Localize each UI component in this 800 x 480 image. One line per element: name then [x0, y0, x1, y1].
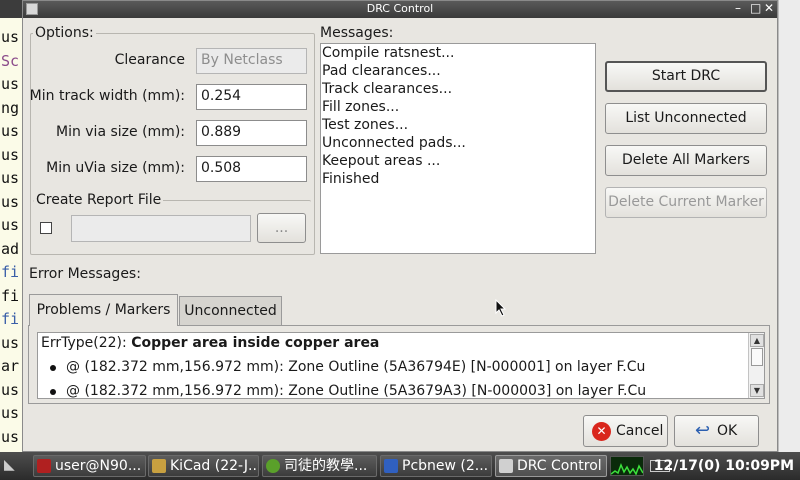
background-text-line: Sc — [1, 51, 20, 70]
background-window-right — [778, 0, 800, 452]
background-text-line: fi — [1, 263, 20, 281]
error-list[interactable]: ErrType(22): Copper area inside copper a… — [37, 332, 765, 399]
message-line: Keepout areas ... — [322, 153, 441, 169]
error-item[interactable]: @ (182.372 mm,156.972 mm): Zone Outline … — [50, 383, 647, 399]
report-legend: Create Report File — [34, 192, 164, 208]
background-text-line: us — [1, 333, 20, 352]
background-text-line: us — [1, 145, 20, 164]
error-messages-label: Error Messages: — [29, 266, 141, 282]
message-line: Test zones... — [322, 117, 409, 133]
background-text-line: us — [1, 169, 20, 187]
start-menu-icon[interactable]: ◣ — [4, 457, 26, 475]
clearance-label: Clearance — [114, 52, 185, 68]
bullet-icon — [50, 365, 56, 371]
clearance-field: By Netclass — [196, 48, 307, 74]
task-label: Pcbnew (2... — [402, 458, 489, 474]
background-text-line: fi — [1, 310, 20, 328]
pcbnew-icon — [384, 459, 398, 473]
error-item[interactable]: @ (182.372 mm,156.972 mm): Zone Outline … — [50, 359, 646, 375]
background-text-line: us — [1, 427, 20, 446]
start-drc-button[interactable]: Start DRC — [605, 61, 767, 92]
message-line: Fill zones... — [322, 99, 400, 115]
terminal-icon — [37, 459, 51, 473]
cpu-monitor-graph — [610, 456, 644, 476]
list-unconnected-button[interactable]: List Unconnected — [605, 103, 767, 134]
messages-box[interactable]: Compile ratsnest... Pad clearances... Tr… — [320, 43, 596, 254]
delete-current-marker-button: Delete Current Marker — [605, 187, 767, 218]
error-item-text: @ (182.372 mm,156.972 mm): Zone Outline … — [66, 359, 646, 375]
error-type-heading[interactable]: ErrType(22): Copper area inside copper a… — [41, 335, 379, 351]
browser-icon — [266, 459, 280, 473]
tab-problems-markers[interactable]: Problems / Markers — [29, 294, 178, 326]
message-line: Pad clearances... — [322, 63, 441, 79]
task-browser[interactable]: 司徒的教學... — [262, 455, 377, 477]
background-text-line: fi — [1, 286, 20, 305]
background-text-line: us — [1, 216, 20, 234]
task-label: user@N90... — [55, 458, 142, 474]
taskbar: ◣ user@N90... KiCad (22-J... 司徒的教學... Pc… — [0, 452, 800, 480]
message-line: Compile ratsnest... — [322, 45, 455, 61]
background-text-line: us — [1, 192, 20, 211]
bullet-icon — [50, 389, 56, 395]
report-path-field — [71, 215, 251, 242]
cancel-icon: ✕ — [592, 422, 611, 441]
ok-button[interactable]: ↩ OK — [674, 415, 759, 447]
task-label: KiCad (22-J... — [170, 458, 259, 474]
min-uvia-size-label: Min uVia size (mm): — [46, 160, 185, 176]
delete-all-markers-button[interactable]: Delete All Markers — [605, 145, 767, 176]
background-text-line: us — [1, 380, 20, 399]
message-line: Finished — [322, 171, 380, 187]
background-text-line: us — [1, 28, 20, 46]
min-track-width-label: Min track width (mm): — [29, 88, 185, 104]
dialog-titlebar[interactable]: DRC Control – □ ✕ — [23, 1, 777, 18]
ok-label: OK — [717, 423, 738, 439]
task-label: DRC Control — [517, 458, 602, 474]
cancel-label: Cancel — [616, 423, 664, 439]
browse-button[interactable]: ... — [257, 213, 306, 243]
message-line: Track clearances... — [322, 81, 453, 97]
maximize-icon[interactable]: □ — [750, 1, 761, 15]
background-text-line: us — [1, 404, 20, 422]
clock[interactable]: 12/17(0) 10:09PM — [654, 455, 794, 477]
close-icon[interactable]: ✕ — [764, 1, 774, 15]
background-text-line: us — [1, 122, 20, 140]
error-type-title: Copper area inside copper area — [131, 335, 380, 351]
drc-window-icon — [499, 459, 513, 473]
kicad-icon — [152, 459, 166, 473]
task-label: 司徒的教學... — [284, 458, 368, 474]
background-text-line: ad — [1, 239, 20, 258]
options-legend: Options: — [33, 25, 96, 41]
ok-arrow-icon: ↩ — [695, 420, 711, 441]
message-line: Unconnected pads... — [322, 135, 466, 151]
tab-unconnected[interactable]: Unconnected — [179, 296, 282, 325]
drc-control-dialog: DRC Control – □ ✕ Options: Clearance By … — [22, 0, 778, 452]
error-list-scrollbar[interactable]: ▲ ▼ — [748, 333, 764, 398]
task-drc-control[interactable]: DRC Control — [495, 455, 607, 477]
background-window-titlebar — [0, 0, 22, 18]
error-type-prefix: ErrType(22): — [41, 335, 132, 351]
error-item-text: @ (182.372 mm,156.972 mm): Zone Outline … — [66, 383, 647, 399]
scroll-thumb[interactable] — [751, 348, 763, 366]
cancel-button[interactable]: ✕ Cancel — [583, 415, 668, 447]
scroll-down-icon[interactable]: ▼ — [750, 384, 764, 397]
background-text-line: ng — [1, 98, 20, 117]
min-uvia-size-field[interactable]: 0.508 — [196, 156, 307, 182]
min-track-width-field[interactable]: 0.254 — [196, 84, 307, 110]
min-via-size-label: Min via size (mm): — [55, 124, 185, 140]
task-pcbnew[interactable]: Pcbnew (2... — [380, 455, 492, 477]
min-via-size-field[interactable]: 0.889 — [196, 120, 307, 146]
background-window-left: us Sc us ng us us us us us ad fi fi fi us ar us us us — [0, 0, 22, 452]
scroll-up-icon[interactable]: ▲ — [750, 334, 764, 347]
minimize-icon[interactable]: – — [735, 1, 741, 15]
task-kicad[interactable]: KiCad (22-J... — [148, 455, 259, 477]
report-checkbox[interactable] — [40, 222, 52, 234]
messages-label: Messages: — [320, 25, 394, 41]
dialog-title: DRC Control — [366, 2, 434, 15]
background-text-line: us — [1, 75, 20, 93]
background-text-line: ar — [1, 357, 20, 375]
mouse-cursor-icon — [495, 299, 507, 317]
task-terminal[interactable]: user@N90... — [33, 455, 146, 477]
